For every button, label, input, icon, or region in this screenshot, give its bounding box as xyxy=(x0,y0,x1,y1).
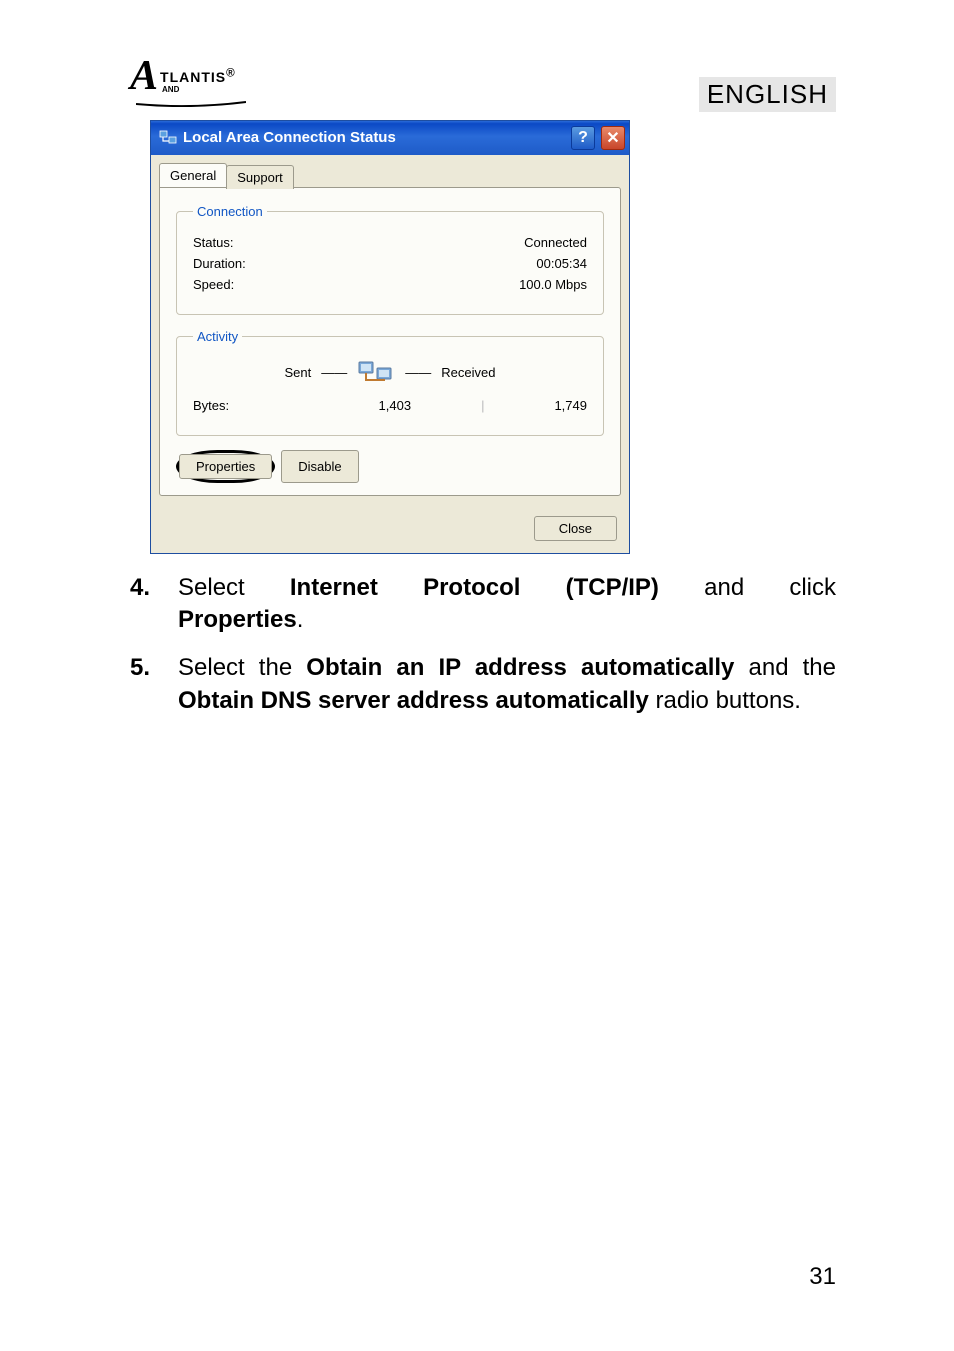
activity-legend: Activity xyxy=(193,329,242,344)
help-button[interactable]: ? xyxy=(571,126,595,150)
status-value: Connected xyxy=(524,235,587,250)
activity-group: Activity Sent —— —— Received Bytes: xyxy=(176,329,604,436)
instruction-text: Select the Obtain an IP address automati… xyxy=(178,652,836,717)
bytes-sent-value: 1,403 xyxy=(379,398,412,413)
properties-button[interactable]: Properties xyxy=(179,454,272,479)
instruction-4: 4. Select Internet Protocol (TCP/IP) and… xyxy=(130,572,836,637)
tab-general[interactable]: General xyxy=(159,163,227,187)
connection-status-dialog: Local Area Connection Status ? ✕ General… xyxy=(150,120,630,554)
instructions: 4. Select Internet Protocol (TCP/IP) and… xyxy=(130,572,836,718)
computers-icon xyxy=(357,358,395,388)
bytes-label: Bytes: xyxy=(193,398,229,413)
logo-underline-icon xyxy=(136,101,246,107)
button-row: Properties Disable xyxy=(176,450,604,483)
speed-label: Speed: xyxy=(193,277,234,292)
connection-legend: Connection xyxy=(193,204,267,219)
duration-value: 00:05:34 xyxy=(536,256,587,271)
logo-text: TLANTIS® xyxy=(160,69,236,85)
speed-row: Speed: 100.0 Mbps xyxy=(193,277,587,292)
instruction-number: 4. xyxy=(130,572,154,637)
status-row: Status: Connected xyxy=(193,235,587,250)
instruction-5: 5. Select the Obtain an IP address autom… xyxy=(130,652,836,717)
close-button[interactable]: Close xyxy=(534,516,617,541)
activity-header: Sent —— —— Received xyxy=(193,358,587,388)
speed-value: 100.0 Mbps xyxy=(519,277,587,292)
connection-group: Connection Status: Connected Duration: 0… xyxy=(176,204,604,315)
page-number: 31 xyxy=(809,1263,836,1291)
activity-dash-icon: —— xyxy=(405,365,431,380)
language-badge: ENGLISH xyxy=(699,77,836,112)
logo: A TLANTIS® AND xyxy=(130,60,246,112)
logo-subtext: AND xyxy=(162,85,236,94)
disable-button[interactable]: Disable xyxy=(281,450,358,483)
duration-label: Duration: xyxy=(193,256,246,271)
page-header: A TLANTIS® AND ENGLISH xyxy=(130,60,836,112)
duration-row: Duration: 00:05:34 xyxy=(193,256,587,271)
close-row: Close xyxy=(151,506,629,553)
bytes-row: Bytes: 1,403 | 1,749 xyxy=(193,398,587,413)
divider-icon: | xyxy=(481,398,484,413)
logo-letter: A xyxy=(130,60,158,94)
instruction-text: Select Internet Protocol (TCP/IP) and cl… xyxy=(178,572,836,637)
tab-support[interactable]: Support xyxy=(226,165,294,189)
received-label: Received xyxy=(441,365,495,380)
bytes-received-value: 1,749 xyxy=(554,398,587,413)
dialog-title: Local Area Connection Status xyxy=(183,129,396,146)
sent-label: Sent xyxy=(285,365,312,380)
close-icon-button[interactable]: ✕ xyxy=(601,126,625,150)
instruction-number: 5. xyxy=(130,652,154,717)
tab-strip: General Support xyxy=(159,163,621,187)
tab-body: Connection Status: Connected Duration: 0… xyxy=(159,187,621,496)
highlight-circle-icon: Properties xyxy=(176,450,275,483)
titlebar[interactable]: Local Area Connection Status ? ✕ xyxy=(151,121,629,155)
status-label: Status: xyxy=(193,235,233,250)
activity-dash-icon: —— xyxy=(321,365,347,380)
network-icon xyxy=(159,129,177,147)
